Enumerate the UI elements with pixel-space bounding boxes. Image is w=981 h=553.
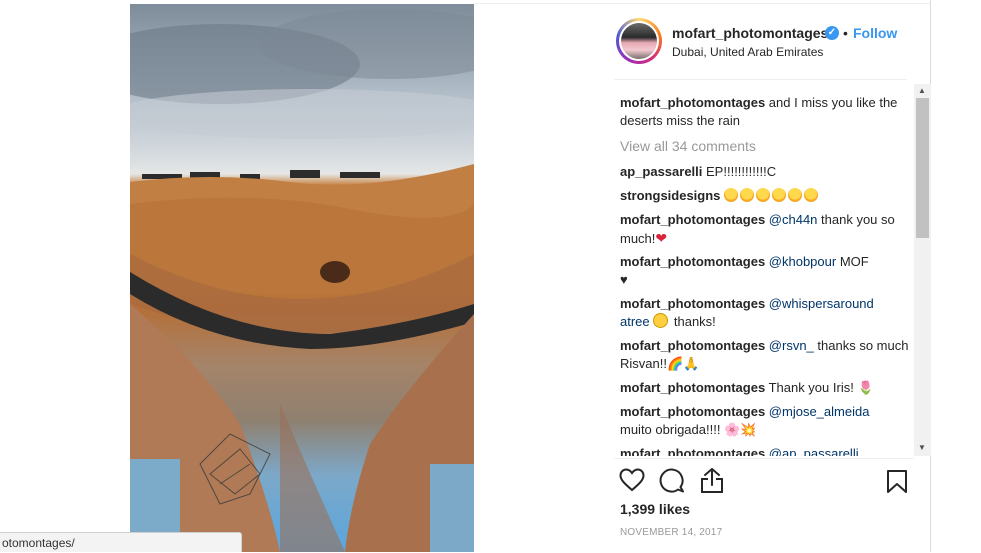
comment-mention[interactable]: @khobpour xyxy=(769,254,836,269)
comment-icon[interactable] xyxy=(659,468,685,494)
post-photo[interactable] xyxy=(130,4,474,552)
comment-item: strongsidesigns xyxy=(620,187,910,205)
comment-mention[interactable]: @ch44n xyxy=(769,212,818,227)
comment-text: EP!!!!!!!!!!!!C xyxy=(706,164,777,179)
comment-mention[interactable]: @rsvn_ xyxy=(769,338,814,353)
post-username[interactable]: mofart_photomontages xyxy=(672,25,828,41)
star-struck-emoji-icon xyxy=(788,188,803,202)
scroll-up-arrow-icon[interactable]: ▲ xyxy=(918,86,926,95)
likes-count[interactable]: 1,399 likes xyxy=(620,501,690,517)
follow-button[interactable]: Follow xyxy=(853,25,897,41)
comment-text: Thank you Iris! xyxy=(768,380,854,395)
photomontage-image xyxy=(130,9,474,552)
post-date[interactable]: NOVEMBER 14, 2017 xyxy=(620,527,722,538)
comment-username[interactable]: mofart_photomontages xyxy=(620,254,765,269)
avatar-frame xyxy=(619,21,659,61)
comment-username[interactable]: ap_passarelli xyxy=(620,164,702,179)
comment-text: MOF xyxy=(836,254,869,269)
comment-item: mofart_photomontages @ap_passarelli xyxy=(620,445,910,456)
comment-mention[interactable]: @mjose_almeida xyxy=(769,404,870,419)
blossom-emoji-icon: 🌸💥 xyxy=(724,422,757,437)
star-struck-emoji-icon xyxy=(804,188,819,202)
comment-username[interactable]: mofart_photomontages xyxy=(620,296,765,311)
comment-text: thanks! xyxy=(670,314,716,329)
comment-username[interactable]: mofart_photomontages xyxy=(620,446,765,456)
comment-username[interactable]: mofart_photomontages xyxy=(620,338,765,353)
comment-mention[interactable]: @ap_passarelli xyxy=(769,446,859,456)
comment-item: mofart_photomontages Thank you Iris! 🌷 xyxy=(620,379,910,397)
comment-mention[interactable]: atree xyxy=(620,314,650,329)
star-struck-emoji-icon xyxy=(772,188,787,202)
heart-emoji-icon: ♥ xyxy=(620,272,628,287)
caption: mofart_photomontages and I miss you like… xyxy=(620,94,910,130)
comment-username[interactable]: mofart_photomontages xyxy=(620,212,765,227)
separator-dot: • xyxy=(843,25,848,41)
comment-item: mofart_photomontages @khobpour MOF ♥ xyxy=(620,253,910,289)
header-divider xyxy=(614,79,907,80)
tulip-emoji-icon: 🌷 xyxy=(857,380,874,395)
scrollbar-thumb[interactable] xyxy=(916,98,929,238)
comment-item: mofart_photomontages @whispersaround atr… xyxy=(620,295,910,331)
comment-item: mofart_photomontages @ch44n thank you so… xyxy=(620,211,910,248)
rainbow-pray-emoji-icon: 🌈🙏 xyxy=(666,356,700,371)
comment-item: mofart_photomontages @mjose_almeida muit… xyxy=(620,403,910,439)
status-bar-url: otomontages/ xyxy=(0,532,242,552)
view-all-comments-link[interactable]: View all 34 comments xyxy=(620,138,756,154)
post-location[interactable]: Dubai, United Arab Emirates xyxy=(672,45,823,59)
view-all-comments[interactable]: View all 34 comments xyxy=(620,137,910,156)
scroll-down-arrow-icon[interactable]: ▼ xyxy=(918,443,926,452)
comment-username[interactable]: strongsidesigns xyxy=(620,188,720,203)
avatar[interactable] xyxy=(616,18,662,64)
verified-badge-icon: ✓ xyxy=(825,26,839,40)
heart-emoji-icon: ❤ xyxy=(655,230,668,246)
heart-icon[interactable] xyxy=(619,468,645,492)
panel-top-border xyxy=(474,3,931,4)
laughing-emoji-icon xyxy=(653,313,669,328)
comment-item: ap_passarelli EP!!!!!!!!!!!!C xyxy=(620,163,910,181)
comment-username[interactable]: mofart_photomontages xyxy=(620,380,765,395)
caption-username[interactable]: mofart_photomontages xyxy=(620,95,765,110)
comment-mention[interactable]: @whispersaround xyxy=(769,296,874,311)
comment-item: mofart_photomontages @rsvn_ thanks so mu… xyxy=(620,337,910,373)
star-struck-emoji-icon xyxy=(740,188,755,202)
avatar-image xyxy=(621,23,657,59)
actions-divider xyxy=(614,458,914,459)
star-struck-emoji-icon xyxy=(724,188,739,202)
star-struck-emoji-icon xyxy=(756,188,771,202)
comment-username[interactable]: mofart_photomontages xyxy=(620,404,765,419)
comments-list[interactable]: mofart_photomontages and I miss you like… xyxy=(620,86,910,456)
share-icon[interactable] xyxy=(700,467,724,494)
comment-text: muito obrigada!!!! xyxy=(620,422,721,437)
bookmark-icon[interactable] xyxy=(886,469,908,494)
